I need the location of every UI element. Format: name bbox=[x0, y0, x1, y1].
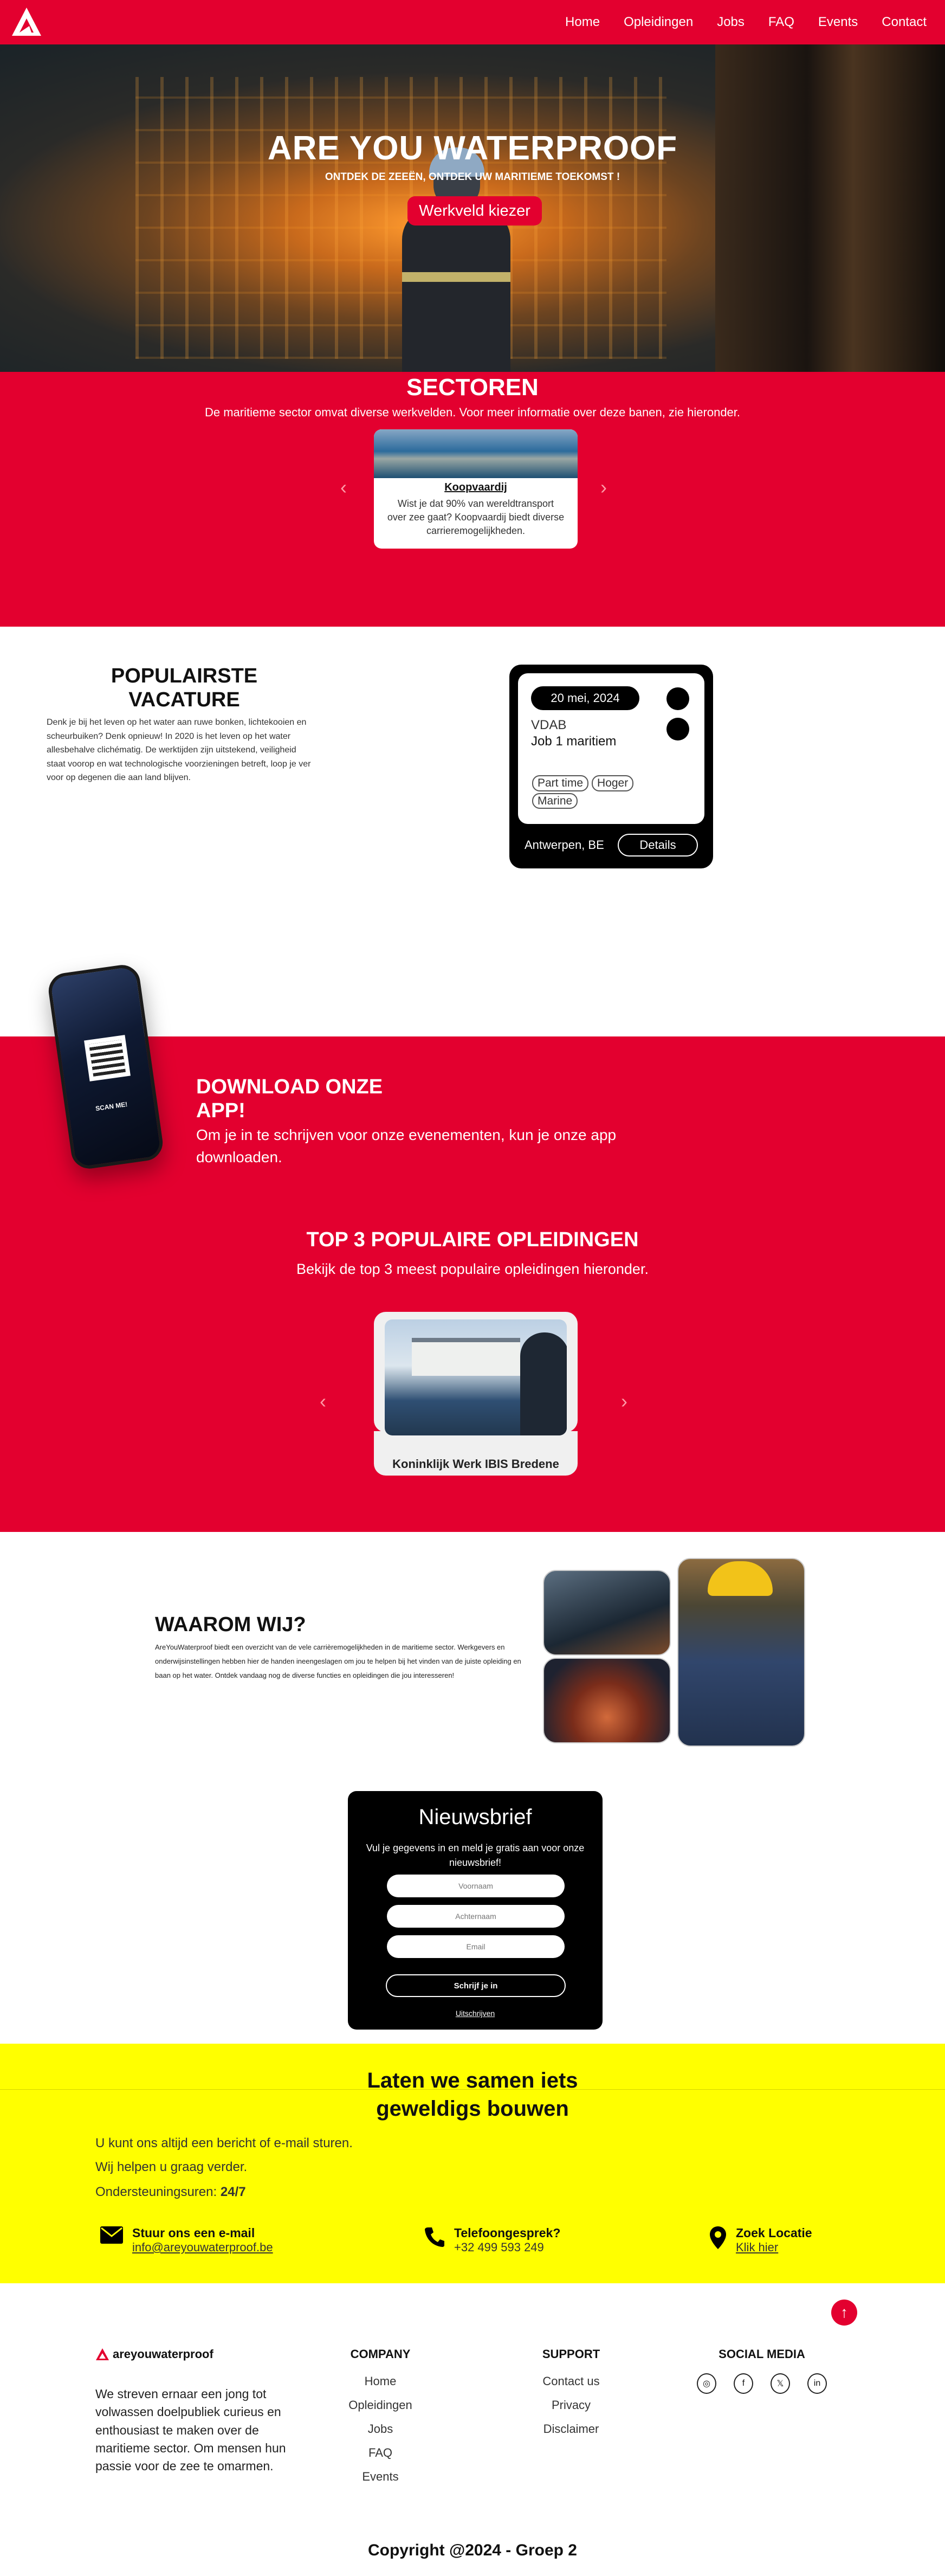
copyright: Copyright @2024 - Groep 2 bbox=[367, 2541, 577, 2559]
firstname-input[interactable] bbox=[387, 1875, 565, 1897]
nav-links: Home Opleidingen Jobs FAQ Events Contact bbox=[565, 0, 927, 44]
top3-next-icon[interactable]: › bbox=[621, 1390, 627, 1413]
job-tag: Hoger bbox=[592, 775, 634, 791]
phone-number[interactable]: +32 499 593 249 bbox=[454, 2240, 560, 2255]
scroll-to-top-button[interactable]: ↑ bbox=[831, 2300, 857, 2326]
opleiding-card-image bbox=[385, 1319, 567, 1435]
top3-prev-icon[interactable]: ‹ bbox=[320, 1390, 326, 1413]
engine-room-photo bbox=[543, 1658, 671, 1743]
unsubscribe-link[interactable]: Uitschrijven bbox=[348, 2009, 603, 2018]
app-title: DOWNLOAD ONZE APP! bbox=[196, 1076, 383, 1122]
contact-location: Zoek Locatie Klik hier bbox=[709, 2226, 812, 2255]
ship-bridge-photo bbox=[543, 1570, 671, 1656]
subscribe-button[interactable]: Schrijf je in bbox=[386, 1974, 566, 1997]
nav-link-events[interactable]: Events bbox=[818, 15, 858, 30]
footer-link-opleidingen[interactable]: Opleidingen bbox=[315, 2398, 445, 2412]
sector-card-title[interactable]: Koopvaardij bbox=[374, 481, 578, 494]
job-tags: Part time Hoger bbox=[532, 775, 634, 791]
facebook-icon[interactable]: f bbox=[734, 2373, 753, 2394]
sector-card[interactable]: Koopvaardij Wist je dat 90% van wereldtr… bbox=[374, 429, 578, 549]
opleiding-card-title[interactable]: Koninklijk Werk IBIS Bredene bbox=[374, 1457, 578, 1471]
top3-title: TOP 3 POPULAIRE OPLEIDINGEN bbox=[306, 1228, 639, 1251]
nav-link-contact[interactable]: Contact bbox=[882, 15, 927, 30]
hero-title: ARE YOU WATERPROOF bbox=[267, 130, 678, 167]
footer-social: SOCIAL MEDIA ◎ f 𝕏 in bbox=[697, 2347, 827, 2394]
waarom-title: WAAROM WIJ? bbox=[155, 1613, 306, 1636]
footer-link-faq[interactable]: FAQ bbox=[315, 2446, 445, 2460]
footer-link-jobs[interactable]: Jobs bbox=[315, 2422, 445, 2436]
vacature-title: POPULAIRSTE VACATURE bbox=[111, 665, 258, 711]
contact-text: U kunt ons altijd een bericht of e-mail … bbox=[95, 2136, 353, 2150]
instagram-icon[interactable]: ◎ bbox=[697, 2373, 716, 2394]
footer-link-home[interactable]: Home bbox=[315, 2374, 445, 2388]
job-status-dot bbox=[666, 687, 689, 710]
job-date: 20 mei, 2024 bbox=[531, 686, 639, 710]
sector-card-text: Wist je dat 90% van wereldtransport over… bbox=[387, 498, 565, 537]
email-link[interactable]: info@areyouwaterproof.be bbox=[132, 2240, 273, 2255]
contact-text: Wij helpen u graag verder. bbox=[95, 2160, 248, 2174]
footer-link-contact[interactable]: Contact us bbox=[506, 2374, 636, 2388]
job-company: VDAB bbox=[531, 718, 567, 732]
location-pin-icon bbox=[710, 2226, 726, 2249]
footer-link-disclaimer[interactable]: Disclaimer bbox=[506, 2422, 636, 2436]
hero-subtitle: ONTDEK DE ZEEËN, ONTDEK UW MARITIEME TOE… bbox=[325, 171, 620, 183]
sector-card-image bbox=[374, 429, 578, 478]
nav-link-home[interactable]: Home bbox=[565, 15, 600, 30]
sectoren-prev-icon[interactable]: ‹ bbox=[340, 476, 347, 499]
nav-link-faq[interactable]: FAQ bbox=[768, 15, 794, 30]
footer-description: We streven ernaar een jong tot volwassen… bbox=[95, 2387, 286, 2474]
x-icon[interactable]: 𝕏 bbox=[771, 2373, 790, 2394]
footer-support: SUPPORT Contact us Privacy Disclaimer bbox=[506, 2347, 636, 2436]
waarom-text: AreYouWaterproof biedt een overzicht van… bbox=[155, 1643, 521, 1679]
footer-company: COMPANY Home Opleidingen Jobs FAQ Events bbox=[315, 2347, 445, 2484]
mail-icon bbox=[100, 2226, 123, 2244]
job-tags: Marine bbox=[532, 793, 578, 809]
nav-link-jobs[interactable]: Jobs bbox=[717, 15, 745, 30]
mountain-logo-icon bbox=[96, 2348, 109, 2360]
footer-brand[interactable]: areyouwaterproof bbox=[95, 2347, 213, 2361]
nav-link-opleidingen[interactable]: Opleidingen bbox=[624, 15, 693, 30]
job-status-dot bbox=[666, 718, 689, 740]
job-location: Antwerpen, BE bbox=[525, 838, 604, 852]
sectoren-subtitle: De maritieme sector omvat diverse werkve… bbox=[204, 405, 741, 419]
job-tag: Part time bbox=[532, 775, 589, 791]
contact-title: Laten we samen iets geweldigs bouwen bbox=[367, 2069, 578, 2121]
phone-icon bbox=[425, 2227, 444, 2247]
lastname-input[interactable] bbox=[387, 1905, 565, 1928]
support-hours: Ondersteuningsuren: 24/7 bbox=[95, 2185, 246, 2199]
sectoren-next-icon[interactable]: › bbox=[600, 476, 607, 499]
location-link[interactable]: Klik hier bbox=[736, 2240, 812, 2255]
job-details-button[interactable]: Details bbox=[618, 834, 698, 856]
footer-link-privacy[interactable]: Privacy bbox=[506, 2398, 636, 2412]
sectoren-title: SECTOREN bbox=[406, 374, 539, 401]
contact-phone: Telefoongesprek? +32 499 593 249 bbox=[424, 2226, 560, 2255]
newsletter-title: Nieuwsbrief bbox=[418, 1805, 532, 1829]
linkedin-icon[interactable]: in bbox=[807, 2373, 827, 2394]
vacature-text: Denk je bij het leven op het water aan r… bbox=[47, 718, 311, 783]
email-input[interactable] bbox=[387, 1935, 565, 1958]
newsletter-text: Vul je gegevens in en meld je gratis aan… bbox=[366, 1843, 585, 1868]
contact-email: Stuur ons een e-mail info@areyouwaterpro… bbox=[100, 2226, 273, 2255]
werkveld-kiezer-button[interactable]: Werkveld kiezer bbox=[407, 196, 542, 226]
mountain-logo-icon[interactable] bbox=[11, 7, 42, 37]
footer-link-events[interactable]: Events bbox=[315, 2470, 445, 2484]
app-text: Om je in te schrijven voor onze evenemen… bbox=[196, 1126, 617, 1165]
job-tag: Marine bbox=[532, 793, 578, 809]
job-name: Job 1 maritiem bbox=[531, 734, 617, 749]
top3-subtitle: Bekijk de top 3 meest populaire opleidin… bbox=[296, 1261, 649, 1277]
